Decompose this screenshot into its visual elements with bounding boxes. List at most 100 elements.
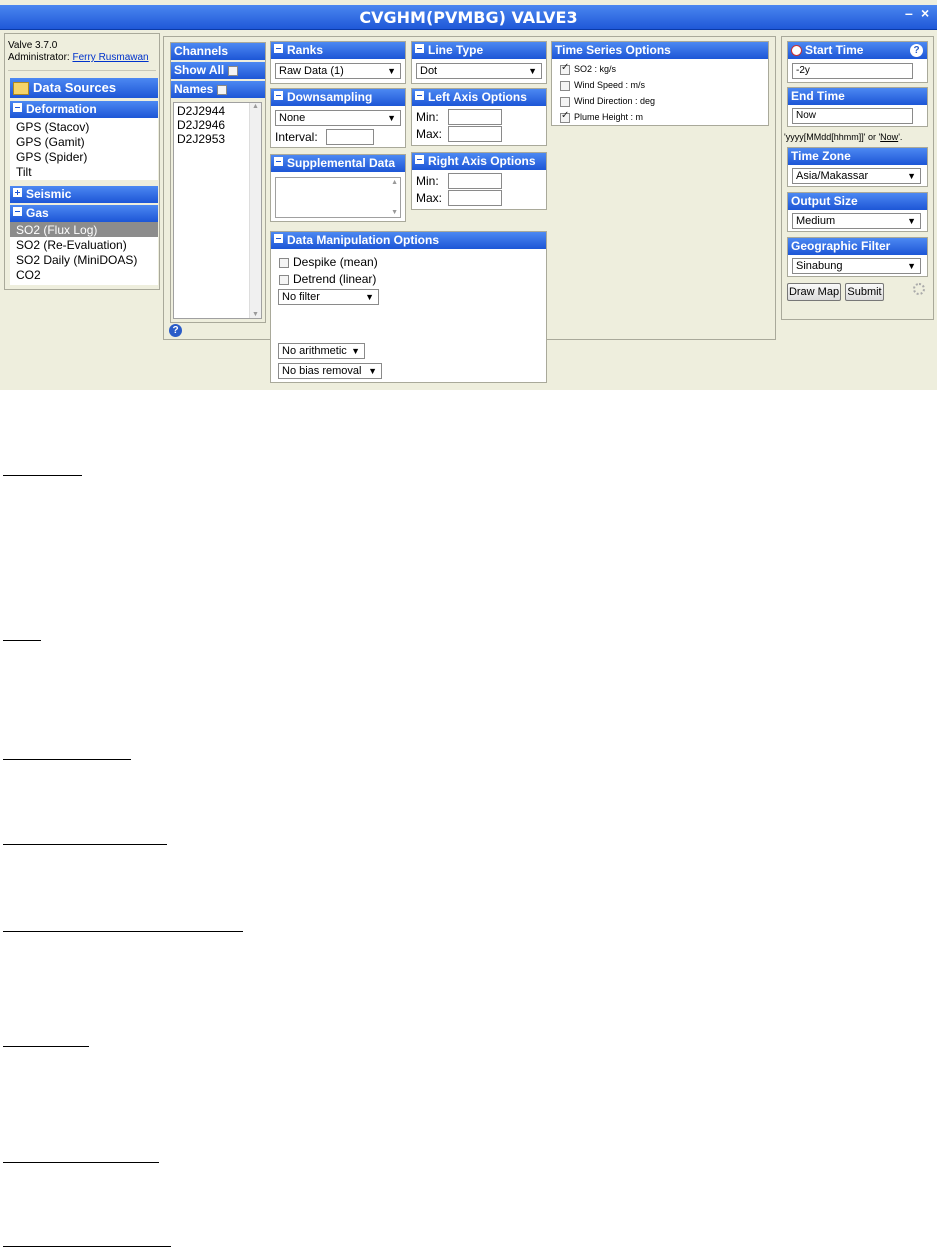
- channel-list[interactable]: D2J2944 D2J2946 D2J2953 ▲ ▼: [173, 102, 262, 319]
- channel-item[interactable]: D2J2953: [177, 132, 225, 146]
- ts-checkbox-plume-height[interactable]: [560, 110, 570, 123]
- names-row[interactable]: Names: [171, 81, 265, 98]
- despike-checkbox[interactable]: [279, 257, 289, 268]
- manipulation-panel: Data Manipulation Options Despike (mean)…: [270, 231, 547, 383]
- minimize-button[interactable]: –: [905, 5, 913, 21]
- source-item[interactable]: Tilt: [16, 165, 32, 179]
- dropdown-arrow-icon: ▼: [351, 346, 360, 356]
- source-item[interactable]: SO2 Daily (MiniDOAS): [16, 253, 137, 267]
- scroll-down-icon[interactable]: ▼: [391, 209, 398, 216]
- ts-option-wind-speed[interactable]: Wind Speed : m/s: [560, 80, 645, 91]
- left-axis-header[interactable]: Left Axis Options: [412, 89, 546, 106]
- interval-input[interactable]: [326, 129, 374, 145]
- ranks-panel: Ranks Raw Data (1) ▼: [270, 41, 406, 84]
- time-zone-panel: Time Zone Asia/Makassar ▼: [787, 147, 928, 187]
- left-min-input[interactable]: [448, 109, 502, 125]
- ts-option-wind-direction[interactable]: Wind Direction : deg: [560, 96, 655, 107]
- data-sources-title: Data Sources: [33, 80, 117, 95]
- version-text: Valve 3.7.0: [8, 40, 58, 51]
- show-all-checkbox[interactable]: [227, 65, 238, 76]
- draw-map-button[interactable]: Draw Map: [787, 283, 841, 301]
- underline-rule: [3, 759, 131, 760]
- end-time-input[interactable]: Now: [792, 108, 913, 124]
- gas-group: Gas SO2 (Flux Log) SO2 (Re-Evaluation) S…: [10, 205, 158, 285]
- source-item[interactable]: GPS (Spider): [16, 150, 87, 164]
- scroll-up-icon[interactable]: ▲: [391, 179, 398, 186]
- source-item[interactable]: CO2: [16, 268, 41, 282]
- left-max-input[interactable]: [448, 126, 502, 142]
- admin-line: Administrator: Ferry Rusmawan: [8, 52, 149, 63]
- deformation-group: Deformation GPS (Stacov) GPS (Gamit) GPS…: [10, 101, 158, 180]
- detrend-checkbox[interactable]: [279, 274, 289, 285]
- manipulation-header[interactable]: Data Manipulation Options: [271, 232, 546, 249]
- ts-checkbox-wind-direction[interactable]: [560, 96, 570, 107]
- ranks-select[interactable]: Raw Data (1) ▼: [275, 63, 401, 79]
- detrend-option[interactable]: Detrend (linear): [279, 272, 376, 286]
- end-time-header: End Time: [788, 88, 927, 105]
- dropdown-arrow-icon: ▼: [368, 366, 377, 376]
- now-link[interactable]: Now: [880, 132, 898, 142]
- geo-filter-panel: Geographic Filter Sinabung ▼: [787, 237, 928, 277]
- time-zone-select[interactable]: Asia/Makassar ▼: [792, 168, 921, 184]
- left-axis-panel: Left Axis Options Min: Max:: [411, 88, 547, 146]
- scroll-down-icon[interactable]: ▼: [252, 311, 259, 318]
- ranks-header[interactable]: Ranks: [271, 42, 405, 59]
- help-icon[interactable]: ?: [169, 324, 182, 337]
- names-checkbox[interactable]: [216, 84, 227, 95]
- right-min-input[interactable]: [448, 173, 502, 189]
- scroll-up-icon[interactable]: ▲: [252, 103, 259, 110]
- source-item[interactable]: SO2 (Re-Evaluation): [16, 238, 127, 252]
- admin-label: Administrator:: [8, 52, 70, 63]
- supplemental-header[interactable]: Supplemental Data: [271, 155, 405, 172]
- interval-label: Interval:: [275, 130, 318, 144]
- clock-icon: [791, 45, 802, 57]
- line-type-select[interactable]: Dot ▼: [416, 63, 542, 79]
- geo-filter-header: Geographic Filter: [788, 238, 927, 255]
- help-icon[interactable]: ?: [910, 44, 923, 57]
- underline-rule: [3, 1162, 159, 1163]
- channels-panel: Channels Show All Names D2J2944 D2J2946 …: [170, 42, 266, 323]
- expand-icon: [13, 188, 22, 197]
- line-type-header[interactable]: Line Type: [412, 42, 546, 59]
- collapse-icon: [415, 155, 424, 164]
- bias-select[interactable]: No bias removal ▼: [278, 363, 382, 379]
- submit-button[interactable]: Submit: [845, 283, 884, 301]
- right-max-label: Max:: [416, 191, 443, 205]
- channel-item[interactable]: D2J2946: [177, 118, 225, 132]
- supplemental-list[interactable]: ▲ ▼: [275, 177, 401, 218]
- close-button[interactable]: ×: [921, 5, 929, 21]
- show-all-row[interactable]: Show All: [171, 62, 265, 79]
- seismic-header[interactable]: Seismic: [10, 186, 158, 203]
- output-size-select[interactable]: Medium ▼: [792, 213, 921, 229]
- time-series-panel: Time Series Options SO2 : kg/s Wind Spee…: [551, 41, 769, 126]
- start-time-header: Start Time ?: [788, 42, 927, 59]
- ts-checkbox-so2[interactable]: [560, 62, 570, 75]
- source-item[interactable]: GPS (Gamit): [16, 135, 85, 149]
- despike-option[interactable]: Despike (mean): [279, 255, 378, 269]
- channel-list-scrollbar[interactable]: ▲ ▼: [249, 103, 261, 318]
- collapse-icon: [13, 207, 22, 216]
- underline-rule: [3, 1246, 171, 1247]
- underline-rule: [3, 931, 243, 932]
- ts-checkbox-wind-speed[interactable]: [560, 80, 570, 91]
- collapse-icon: [274, 234, 283, 243]
- downsampling-panel: Downsampling None ▼ Interval:: [270, 88, 406, 148]
- deformation-header[interactable]: Deformation: [10, 101, 158, 118]
- gas-header[interactable]: Gas: [10, 205, 158, 222]
- right-axis-header[interactable]: Right Axis Options: [412, 153, 546, 170]
- downsampling-select[interactable]: None ▼: [275, 110, 401, 126]
- ts-option-so2[interactable]: SO2 : kg/s: [560, 62, 616, 75]
- channels-header: Channels: [171, 43, 265, 60]
- geo-filter-select[interactable]: Sinabung ▼: [792, 258, 921, 274]
- source-item-selected[interactable]: SO2 (Flux Log): [16, 223, 97, 237]
- collapse-icon: [13, 103, 22, 112]
- source-item[interactable]: GPS (Stacov): [16, 120, 89, 134]
- downsampling-header[interactable]: Downsampling: [271, 89, 405, 106]
- start-time-input[interactable]: -2y: [792, 63, 913, 79]
- ts-option-plume-height[interactable]: Plume Height : m: [560, 110, 643, 123]
- channel-item[interactable]: D2J2944: [177, 104, 225, 118]
- right-max-input[interactable]: [448, 190, 502, 206]
- arithmetic-select[interactable]: No arithmetic ▼: [278, 343, 365, 359]
- admin-link[interactable]: Ferry Rusmawan: [72, 52, 148, 63]
- filter-select[interactable]: No filter ▼: [278, 289, 379, 305]
